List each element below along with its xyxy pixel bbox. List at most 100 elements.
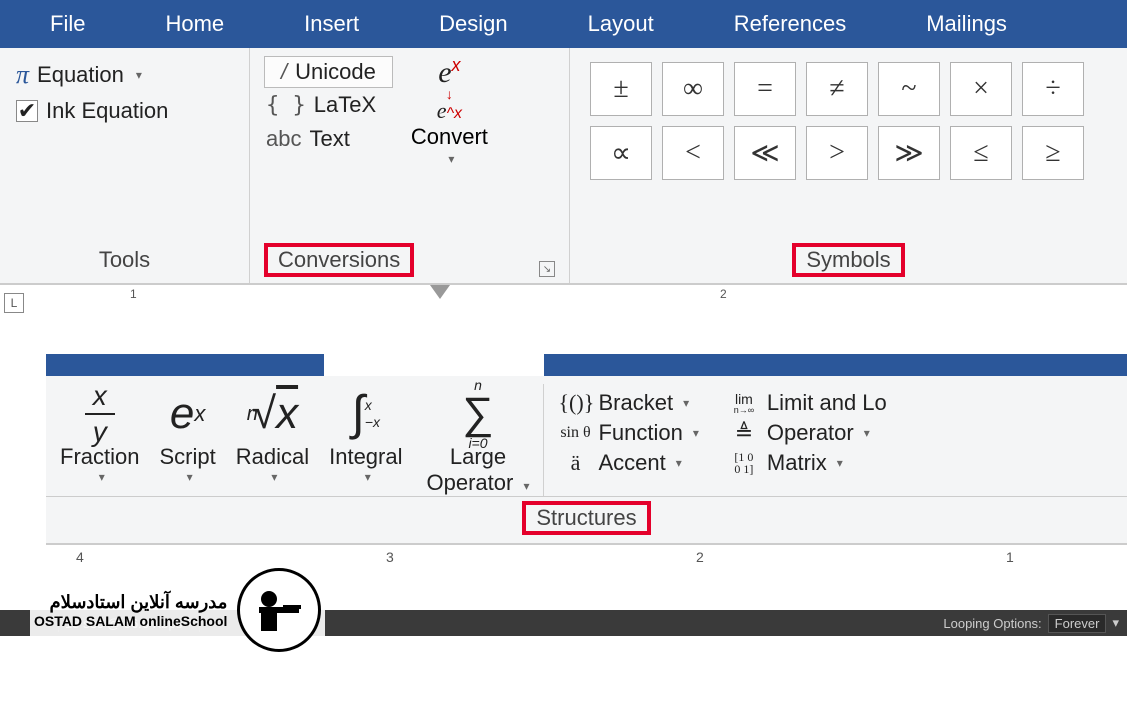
chevron-down-icon: ▾ bbox=[683, 396, 689, 410]
fraction-label: Fraction bbox=[60, 444, 139, 470]
symbol-less[interactable]: < bbox=[662, 126, 724, 180]
convert-arrow-icon: ↓ bbox=[446, 90, 453, 98]
symbol-greaterequal[interactable]: ≥ bbox=[1022, 126, 1084, 180]
convert-bottom-icon: e^x bbox=[437, 100, 462, 122]
group-symbols: ± ∞ = ≠ ~ × ÷ ∝ < ≪ > ≫ ≤ ≥ Symbols bbox=[570, 48, 1127, 283]
symbols-group-label: Symbols bbox=[792, 243, 904, 277]
large-operator-label2: Operator bbox=[427, 470, 514, 495]
function-button[interactable]: sin θ Function ▾ bbox=[552, 418, 704, 448]
bluebar-active-tab bbox=[46, 354, 1127, 376]
script-icon: ex bbox=[170, 384, 205, 444]
bracket-label: Bracket bbox=[598, 390, 673, 416]
chevron-down-icon: ▾ bbox=[523, 479, 529, 493]
function-label: Function bbox=[598, 420, 682, 446]
operator-label: Operator bbox=[767, 420, 854, 446]
fraction-button[interactable]: xy Fraction ▾ bbox=[50, 384, 149, 496]
structures-group-label: Structures bbox=[522, 501, 650, 535]
tab-references[interactable]: References bbox=[694, 11, 887, 37]
tab-layout[interactable]: Layout bbox=[548, 11, 694, 37]
convert-button[interactable]: ex ↓ e^x Convert ▾ bbox=[411, 56, 488, 166]
ink-equation-label: Ink Equation bbox=[46, 98, 168, 124]
large-operator-label1: Large bbox=[450, 444, 506, 470]
symbol-greater[interactable]: > bbox=[806, 126, 868, 180]
symbol-proportional[interactable]: ∝ bbox=[590, 126, 652, 180]
symbol-lessequal[interactable]: ≤ bbox=[950, 126, 1012, 180]
text-label: Text bbox=[309, 126, 349, 152]
symbol-plusminus[interactable]: ± bbox=[590, 62, 652, 116]
ruler2-mark-1: 1 bbox=[1006, 549, 1014, 565]
chevron-down-icon: ▾ bbox=[864, 426, 870, 440]
text-button[interactable]: abc Text bbox=[264, 122, 393, 156]
tab-file[interactable]: File bbox=[10, 11, 125, 37]
tab-stop-icon[interactable]: L bbox=[4, 293, 24, 313]
braces-icon: { } bbox=[266, 93, 306, 118]
chevron-down-icon: ▾ bbox=[448, 152, 454, 166]
group-conversions: / Unicode { } LaTeX abc Text ex ↓ e^x Co… bbox=[250, 48, 570, 283]
equation-label: Equation bbox=[37, 62, 124, 88]
bracket-button[interactable]: {()}Bracket ▾ bbox=[552, 388, 704, 418]
latex-label: LaTeX bbox=[314, 92, 376, 118]
radical-label: Radical bbox=[236, 444, 309, 470]
pi-icon: π bbox=[16, 60, 29, 90]
ruler-mark-2: 2 bbox=[720, 287, 727, 301]
chevron-down-icon: ▾ bbox=[676, 456, 682, 470]
tab-mailings[interactable]: Mailings bbox=[886, 11, 1047, 37]
unicode-button[interactable]: / Unicode bbox=[264, 56, 393, 88]
chevron-down-icon[interactable]: ▾ bbox=[1112, 615, 1119, 631]
symbol-equals[interactable]: = bbox=[734, 62, 796, 116]
symbols-grid: ± ∞ = ≠ ~ × ÷ ∝ < ≪ > ≫ ≤ ≥ bbox=[584, 56, 1113, 186]
integral-button[interactable]: ∫x−x Integral ▾ bbox=[319, 384, 412, 496]
limit-icon: limn→∞ bbox=[727, 392, 761, 415]
ruler-top[interactable]: L 1 2 bbox=[0, 284, 1127, 320]
latex-button[interactable]: { } LaTeX bbox=[264, 88, 393, 122]
bracket-icon: {()} bbox=[558, 390, 592, 416]
chevron-down-icon: ▾ bbox=[99, 470, 105, 484]
tab-design[interactable]: Design bbox=[399, 11, 547, 37]
large-operator-button[interactable]: n∑i=0 Large Operator ▾ bbox=[413, 384, 544, 496]
branding-arabic: مدرسه آنلاین استادسلام bbox=[34, 592, 227, 613]
ink-equation-button[interactable]: ✔ Ink Equation bbox=[14, 94, 235, 128]
symbol-muchgreater[interactable]: ≫ bbox=[878, 126, 940, 180]
indent-marker-icon[interactable] bbox=[430, 285, 450, 299]
script-button[interactable]: ex Script ▾ bbox=[149, 384, 225, 496]
operator-icon: ≜ bbox=[727, 420, 761, 446]
symbol-muchless[interactable]: ≪ bbox=[734, 126, 796, 180]
matrix-button[interactable]: [1 00 1]Matrix▾ bbox=[721, 448, 893, 478]
symbol-divide[interactable]: ÷ bbox=[1022, 62, 1084, 116]
limit-label: Limit and Lo bbox=[767, 390, 887, 416]
symbol-tilde[interactable]: ~ bbox=[878, 62, 940, 116]
function-icon: sin θ bbox=[558, 424, 592, 442]
convert-label: Convert bbox=[411, 124, 488, 150]
matrix-icon: [1 00 1] bbox=[727, 451, 761, 475]
looping-dropdown[interactable]: Forever bbox=[1048, 614, 1107, 633]
accent-icon: ä bbox=[558, 450, 592, 476]
chevron-down-icon: ▾ bbox=[187, 470, 193, 484]
operator-button[interactable]: ≜Operator ▾ bbox=[721, 418, 893, 448]
tab-home[interactable]: Home bbox=[125, 11, 264, 37]
ruler2-mark-4: 4 bbox=[76, 549, 84, 565]
ruler2-mark-3: 3 bbox=[386, 549, 394, 565]
ribbon-body: π Equation ▾ ✔ Ink Equation Tools / Unic… bbox=[0, 48, 1127, 284]
symbol-notequal[interactable]: ≠ bbox=[806, 62, 868, 116]
chevron-down-icon: ▾ bbox=[365, 470, 371, 484]
limit-button[interactable]: limn→∞ Limit and Lo bbox=[721, 388, 893, 418]
accent-button[interactable]: äAccent ▾ bbox=[552, 448, 704, 478]
section-structures: xy Fraction ▾ ex Script ▾ n√x Radical ▾ … bbox=[46, 354, 1127, 580]
fraction-icon: xy bbox=[85, 382, 115, 446]
radical-icon: n√x bbox=[247, 384, 298, 444]
radical-button[interactable]: n√x Radical ▾ bbox=[226, 384, 319, 496]
sigma-icon: n∑i=0 bbox=[462, 378, 493, 450]
ink-checkbox-icon: ✔ bbox=[16, 100, 38, 122]
ribbon-structures: xy Fraction ▾ ex Script ▾ n√x Radical ▾ … bbox=[46, 376, 1127, 497]
chevron-down-icon: ▾ bbox=[693, 426, 699, 440]
tab-insert[interactable]: Insert bbox=[264, 11, 399, 37]
dialog-launcher-icon[interactable]: ↘ bbox=[539, 261, 555, 277]
unicode-label: Unicode bbox=[295, 59, 376, 85]
symbol-times[interactable]: × bbox=[950, 62, 1012, 116]
accent-label: Accent bbox=[598, 450, 665, 476]
chevron-down-icon: ▾ bbox=[837, 456, 843, 470]
chevron-down-icon: ▾ bbox=[136, 68, 142, 82]
slash-icon: / bbox=[281, 59, 287, 85]
equation-button[interactable]: π Equation ▾ bbox=[14, 56, 235, 94]
symbol-infinity[interactable]: ∞ bbox=[662, 62, 724, 116]
